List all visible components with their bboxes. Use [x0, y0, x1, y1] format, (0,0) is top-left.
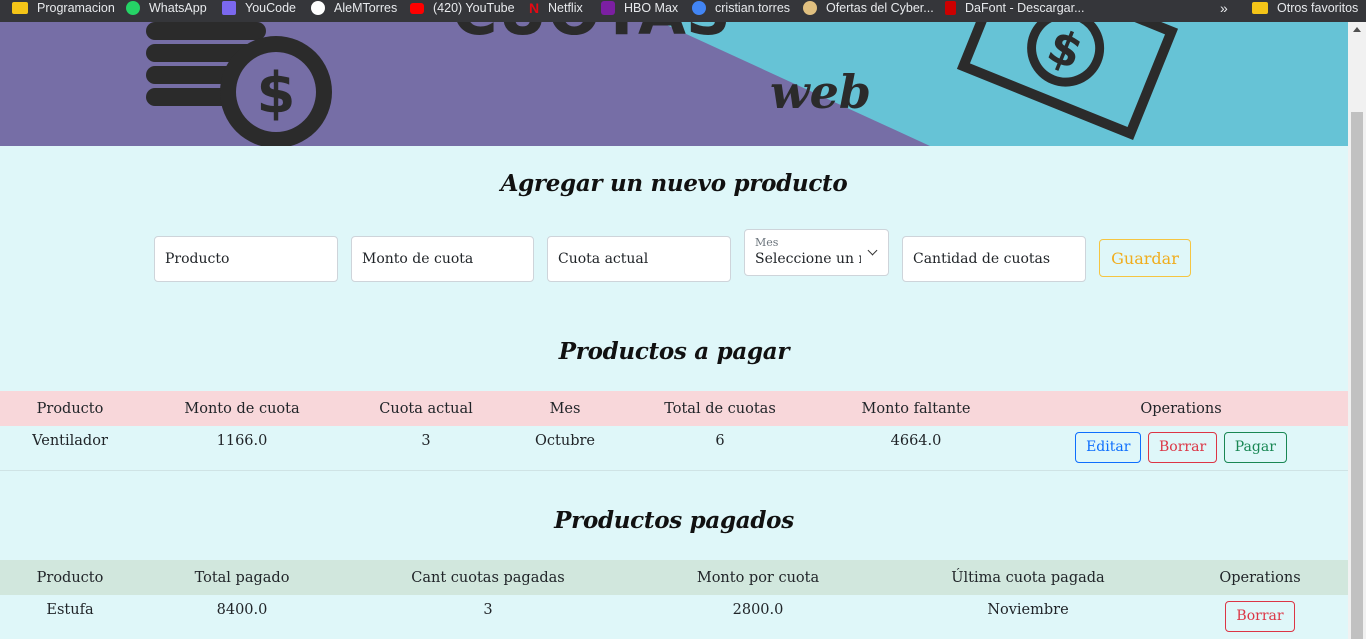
borrar-button[interactable]: Borrar	[1148, 432, 1218, 463]
bookmark-dafont[interactable]: DaFont - Descargar...	[945, 0, 1085, 19]
bookmark-label: (420) YouTube	[433, 1, 515, 15]
producto-field[interactable]	[154, 236, 338, 282]
column-header: Operations	[1219, 569, 1301, 586]
column-header: Producto	[36, 400, 104, 417]
cell-mes: Octubre	[508, 426, 622, 471]
cuota-actual-input[interactable]	[558, 251, 720, 267]
column-header: Total pagado	[194, 569, 290, 586]
cantidad-cuotas-input[interactable]	[913, 251, 1075, 267]
folder-icon	[1252, 2, 1268, 14]
more-bookmarks-button[interactable]: »	[1220, 0, 1228, 19]
banner-logo-sub: web	[770, 65, 871, 119]
bookmark-label: DaFont - Descargar...	[965, 1, 1085, 15]
mes-label: Mes	[755, 236, 779, 249]
cell-cant-cuotas: 3	[344, 595, 632, 639]
github-icon	[311, 1, 325, 15]
cell-monto-por-cuota: 2800.0	[632, 595, 884, 639]
editar-button[interactable]: Editar	[1075, 432, 1142, 463]
hbomax-icon	[601, 1, 615, 15]
bookmark-cristian[interactable]: cristian.torres	[692, 0, 790, 19]
bookmark-label: HBO Max	[624, 1, 679, 15]
scroll-up-icon[interactable]	[1353, 27, 1361, 32]
banner-logo-text: CUOTAS	[452, 22, 731, 49]
paid-title: Productos pagados	[554, 507, 794, 534]
bookmark-youtube[interactable]: (420) YouTube	[410, 0, 515, 19]
bookmark-netflix[interactable]: N Netflix	[529, 0, 583, 19]
form-title: Agregar un nuevo producto	[500, 170, 848, 197]
pagar-button[interactable]: Pagar	[1223, 432, 1287, 463]
bookmark-label: Netflix	[548, 1, 583, 15]
banner-graphic: $ CUOTAS web $	[0, 22, 1348, 146]
bookmark-hbomax[interactable]: HBO Max	[601, 0, 678, 19]
bookmark-ofertas[interactable]: Ofertas del Cyber...	[803, 0, 934, 19]
hero-banner: $ CUOTAS web $	[0, 22, 1348, 146]
monto-field[interactable]	[351, 236, 534, 282]
guardar-button[interactable]: Guardar	[1099, 239, 1191, 277]
cell-producto: Estufa	[0, 595, 140, 639]
table-row: Ventilador 1166.0 3 Octubre 6 4664.0 Edi…	[0, 426, 1348, 471]
column-header: Total de cuotas	[664, 400, 776, 417]
bookmark-programacion[interactable]: Programacion	[12, 0, 115, 19]
avatar-icon	[692, 1, 706, 15]
folder-icon	[12, 2, 28, 14]
column-header: Monto por cuota	[696, 569, 820, 586]
scrollbar-thumb[interactable]	[1351, 112, 1363, 639]
bookmark-whatsapp[interactable]: WhatsApp	[126, 0, 207, 19]
bookmark-label: YouCode	[245, 1, 296, 15]
column-header: Última cuota pagada	[951, 569, 1105, 586]
cell-operations: Editar Borrar Pagar	[1014, 426, 1348, 471]
bookmark-label: AleMTorres	[334, 1, 398, 15]
table-row: Estufa 8400.0 3 2800.0 Noviembre Borrar	[0, 595, 1348, 639]
bookmark-label: Ofertas del Cyber...	[826, 1, 934, 15]
pending-products-table: Producto Monto de cuota Cuota actual Mes…	[0, 391, 1348, 471]
mes-select[interactable]: Mes Seleccione un mes	[744, 229, 889, 276]
column-header: Mes	[549, 400, 581, 417]
cell-ultima-cuota: Noviembre	[884, 595, 1172, 639]
cell-monto: 1166.0	[140, 426, 344, 471]
cell-total-pagado: 8400.0	[140, 595, 344, 639]
column-header: Monto de cuota	[184, 400, 300, 417]
youtube-icon	[410, 2, 424, 14]
producto-input[interactable]	[165, 251, 327, 267]
pending-title: Productos a pagar	[558, 338, 790, 365]
cell-cuota-actual: 3	[344, 426, 508, 471]
table-header-row: Producto Total pagado Cant cuotas pagada…	[0, 560, 1348, 595]
more-bookmarks-label: »	[1220, 0, 1228, 16]
cell-operations: Borrar	[1172, 595, 1348, 639]
other-bookmarks-label: Otros favoritos	[1277, 1, 1359, 15]
netflix-icon: N	[529, 0, 540, 16]
offers-icon	[803, 1, 817, 15]
column-header: Cant cuotas pagadas	[411, 569, 565, 586]
cell-producto: Ventilador	[0, 426, 140, 471]
column-header: Producto	[36, 569, 104, 586]
table-header-row: Producto Monto de cuota Cuota actual Mes…	[0, 391, 1348, 426]
cuota-actual-field[interactable]	[547, 236, 731, 282]
column-header: Operations	[1140, 400, 1222, 417]
borrar-button[interactable]: Borrar	[1225, 601, 1295, 632]
cantidad-field[interactable]	[902, 236, 1086, 282]
whatsapp-icon	[126, 1, 140, 15]
column-header: Cuota actual	[379, 400, 473, 417]
cell-total: 6	[622, 426, 818, 471]
bookmark-label: Programacion	[37, 1, 115, 15]
svg-text:$: $	[257, 61, 296, 126]
column-header: Monto faltante	[861, 400, 971, 417]
other-bookmarks-folder[interactable]: Otros favoritos	[1252, 0, 1358, 19]
bookmark-label: cristian.torres	[715, 1, 791, 15]
monto-cuota-input[interactable]	[362, 251, 523, 267]
bookmark-label: WhatsApp	[149, 1, 207, 15]
paid-products-table: Producto Total pagado Cant cuotas pagada…	[0, 560, 1348, 639]
bookmark-alemtorres[interactable]: AleMTorres	[311, 0, 397, 19]
bookmark-youcode[interactable]: YouCode	[222, 0, 296, 19]
bookmarks-bar: Programacion WhatsApp YouCode AleMTorres…	[0, 0, 1366, 22]
cell-faltante: 4664.0	[818, 426, 1014, 471]
dafont-icon	[945, 1, 956, 15]
youcode-icon	[222, 1, 236, 15]
mes-selected-value: Seleccione un mes	[755, 251, 861, 267]
